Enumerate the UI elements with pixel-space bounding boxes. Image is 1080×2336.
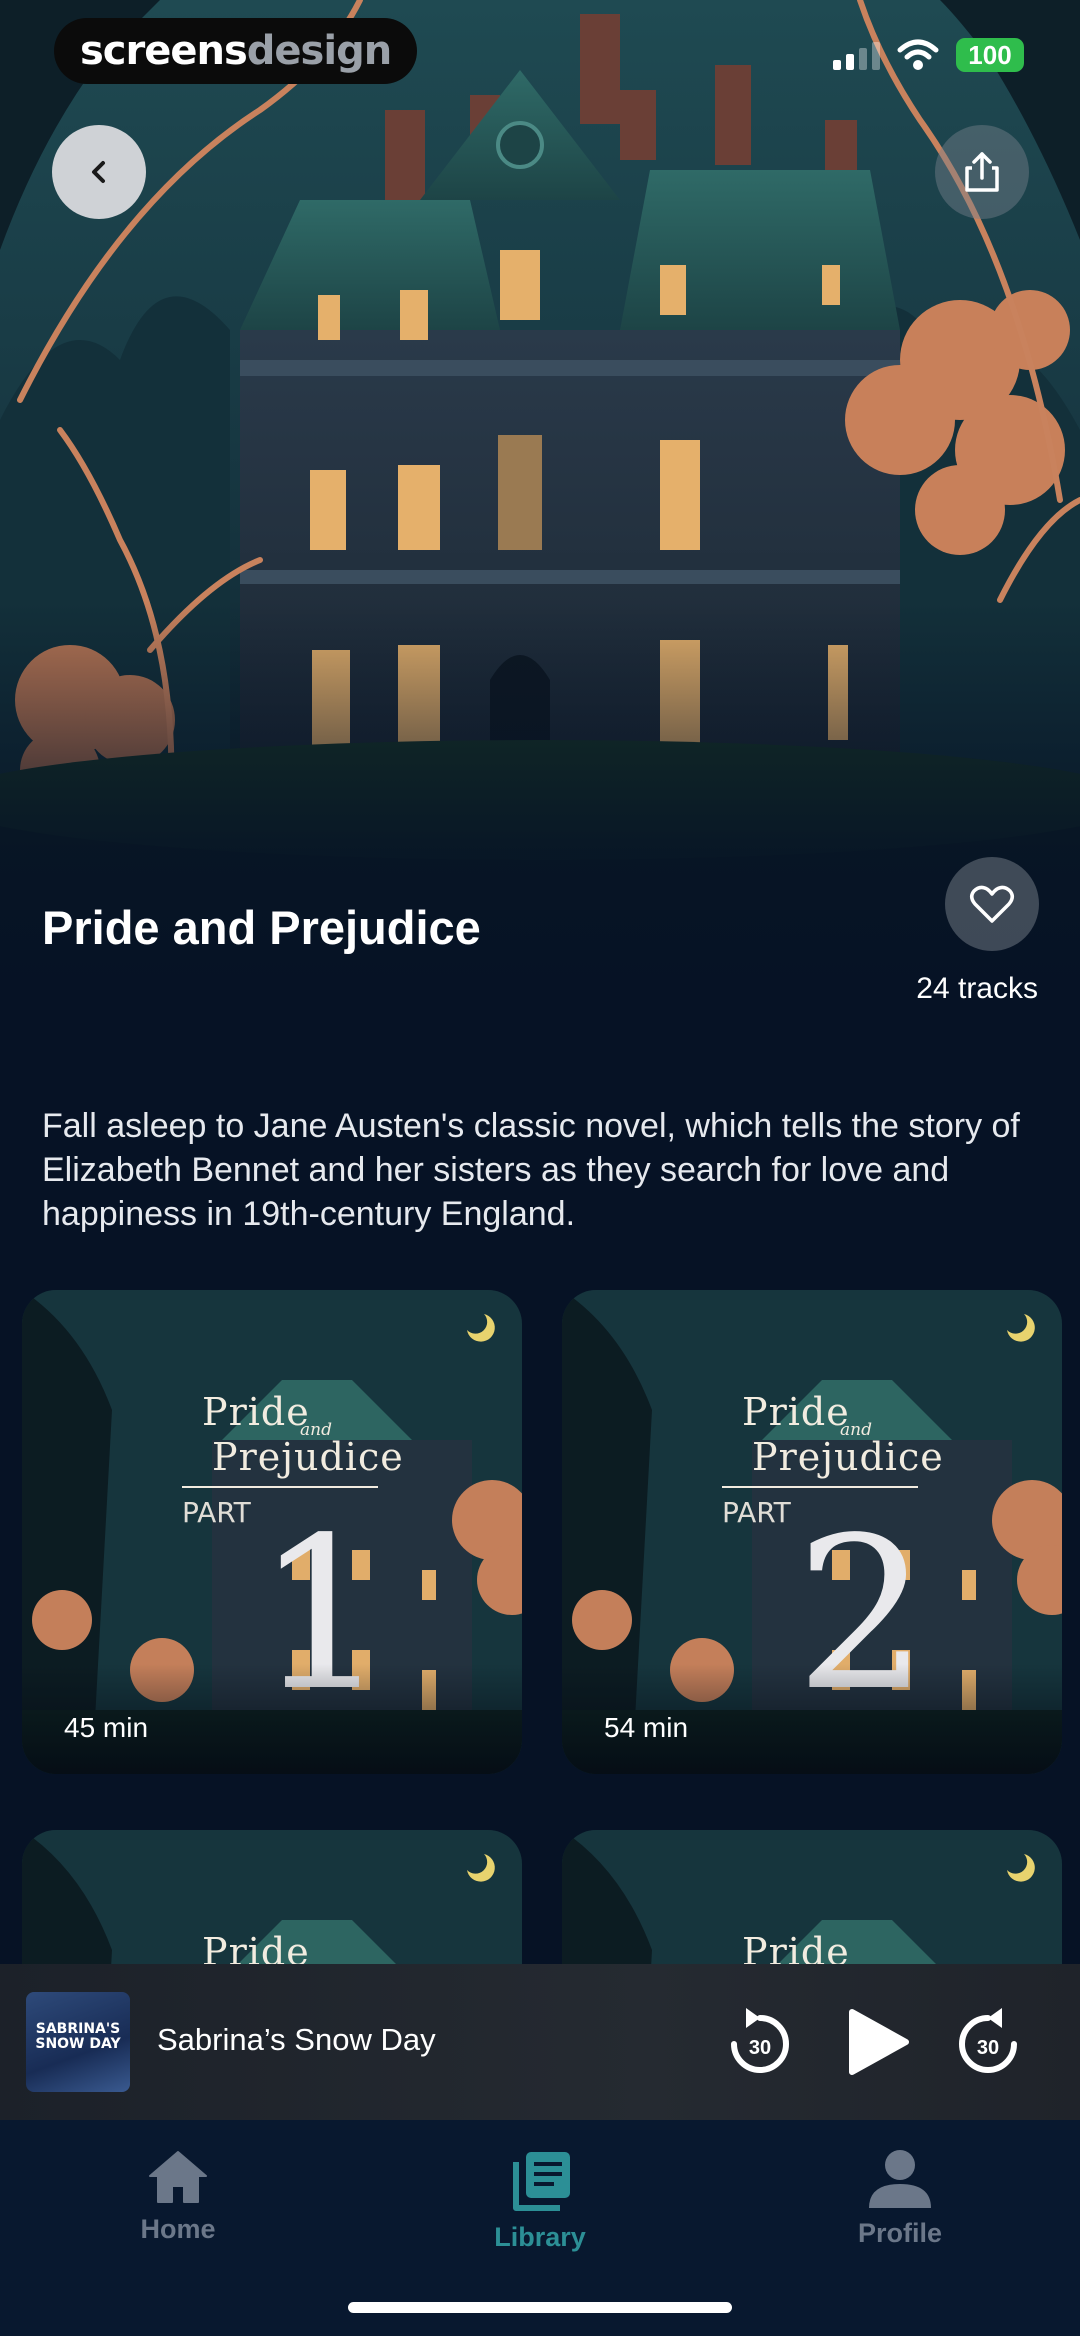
back-button[interactable]: [52, 125, 146, 219]
card-divider: [722, 1486, 918, 1488]
card-title-pride: Pride: [202, 1390, 310, 1434]
mini-player[interactable]: SABRINA'S SNOW DAY Sabrina’s Snow Day 30…: [0, 1964, 1080, 2120]
tab-label-profile: Profile: [857, 2218, 943, 2248]
heart-icon: [970, 885, 1014, 923]
book-title: Pride and Prejudice: [42, 901, 481, 954]
skip-back-button[interactable]: 30: [726, 2004, 794, 2080]
share-icon: [965, 152, 999, 192]
status-icons: 100: [833, 38, 1024, 72]
skip-forward-30-icon: 30: [959, 2008, 1017, 2073]
skip-forward-seconds: 30: [977, 2037, 999, 2059]
profile-icon: [869, 2150, 931, 2208]
tab-label-home: Home: [140, 2214, 216, 2244]
card-title-prejudice: Prejudice: [752, 1435, 944, 1479]
artwork-text-line-1: SABRINA'S: [35, 2021, 121, 2037]
favorite-button[interactable]: [945, 857, 1039, 951]
now-playing-title: Sabrina’s Snow Day: [157, 2022, 436, 2057]
battery-indicator: 100: [956, 38, 1024, 72]
share-button[interactable]: [935, 125, 1029, 219]
card-title-prejudice: Prejudice: [212, 1435, 404, 1479]
play-button[interactable]: [846, 2006, 910, 2078]
artwork-text-line-2: SNOW DAY: [35, 2036, 121, 2052]
now-playing-artwork: SABRINA'S SNOW DAY: [26, 1992, 130, 2092]
tab-home[interactable]: Home: [78, 2148, 278, 2245]
track-duration: 45 min: [64, 1712, 149, 1743]
tab-label-library: Library: [494, 2222, 586, 2252]
wifi-icon: [897, 39, 939, 70]
home-icon: [149, 2151, 207, 2203]
cellular-signal-icon: [833, 40, 880, 70]
track-card-part-1[interactable]: Pride and Prejudice PART 1 45 min: [22, 1290, 522, 1774]
home-indicator: [348, 2302, 732, 2313]
card-title-pride: Pride: [742, 1390, 850, 1434]
skip-back-30-icon: 30: [731, 2008, 789, 2073]
tab-profile[interactable]: Profile: [800, 2148, 1000, 2249]
tracks-count: 24 tracks: [916, 972, 1038, 1005]
skip-forward-button[interactable]: 30: [954, 2004, 1022, 2080]
watermark-text-a: screens: [80, 28, 248, 74]
book-description: Fall asleep to Jane Austen's classic nov…: [42, 1107, 1020, 1233]
hero-artwork: [0, 0, 1080, 1000]
screensdesign-watermark: screens design: [54, 18, 418, 84]
track-duration: 54 min: [604, 1712, 689, 1743]
skip-back-seconds: 30: [749, 2037, 771, 2059]
watermark-text-b: design: [246, 28, 392, 74]
tab-library[interactable]: Library: [440, 2148, 640, 2253]
library-icon: [513, 2152, 570, 2211]
card-divider: [182, 1486, 378, 1488]
chevron-left-icon: [92, 161, 105, 183]
mansion-illustration: [0, 0, 1080, 1000]
track-card-part-2[interactable]: Pride and Prejudice PART 2 54 min: [562, 1290, 1062, 1774]
play-icon: [849, 2009, 909, 2075]
